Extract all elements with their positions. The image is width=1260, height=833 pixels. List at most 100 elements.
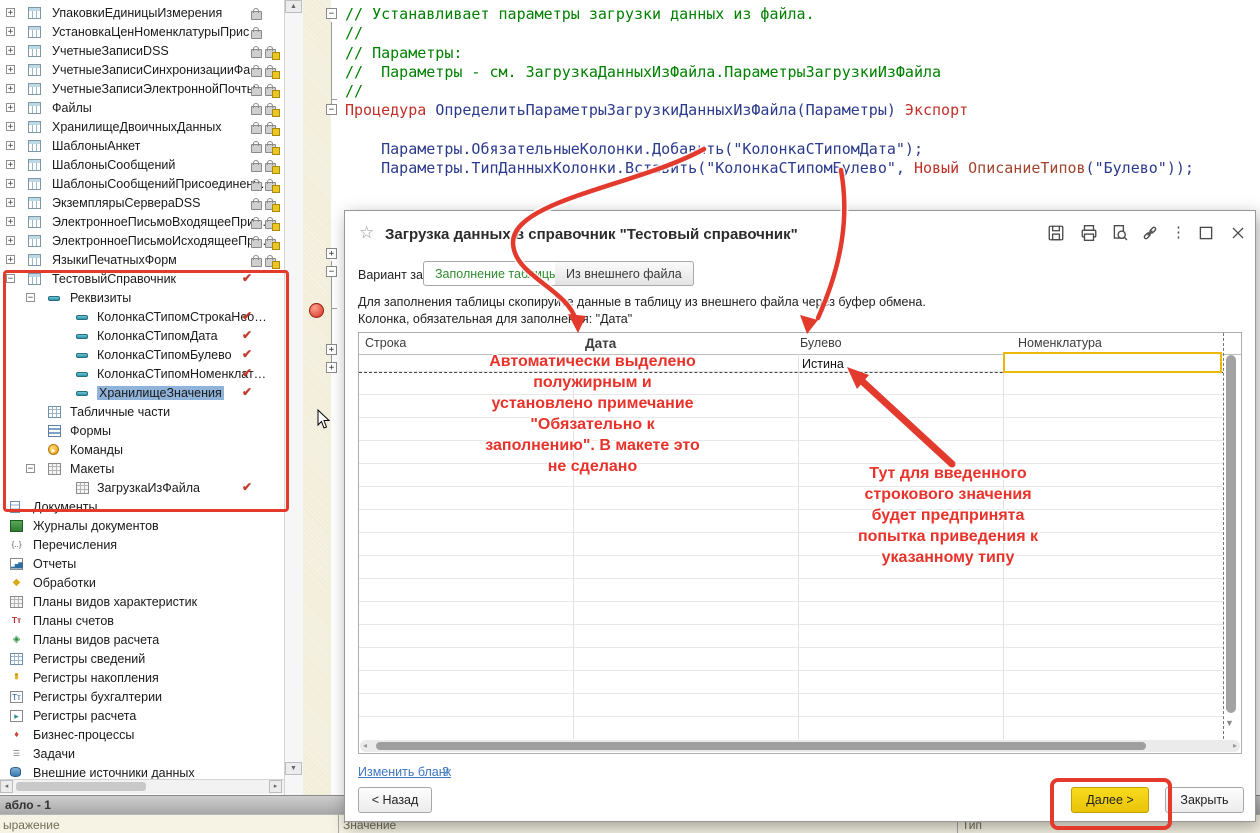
- scroll-left-icon[interactable]: ◂: [0, 780, 13, 793]
- column-header-4[interactable]: Номенклатура: [1018, 336, 1102, 350]
- tree-item-label[interactable]: Планы видов характеристик: [33, 595, 197, 609]
- maximize-icon[interactable]: [1197, 224, 1215, 242]
- tree-item[interactable]: + УчетныеЗаписиСинхронизацииФа…: [0, 61, 284, 80]
- tab-external-file[interactable]: Из внешнего файла: [555, 261, 694, 286]
- tree-item[interactable]: Перечисления: [0, 536, 284, 555]
- scroll-up-icon[interactable]: ▲: [285, 0, 302, 13]
- tree-item-label[interactable]: Задачи: [33, 747, 75, 761]
- expand-icon[interactable]: +: [6, 255, 15, 264]
- tree-item[interactable]: + УчетныеЗаписиDSS: [0, 42, 284, 61]
- tree-item-label[interactable]: Журналы документов: [33, 519, 159, 533]
- tree-item-label[interactable]: Внешние источники данных: [33, 766, 195, 780]
- scroll-left-icon[interactable]: ◂: [363, 741, 367, 750]
- expand-icon[interactable]: +: [6, 65, 15, 74]
- data-table[interactable]: Строка Дата Булево Номенклатура Истина ▼ ◂ …: [358, 332, 1242, 754]
- tree-item[interactable]: Планы видов характеристик: [0, 593, 284, 612]
- table-vscroll-thumb[interactable]: [1226, 355, 1236, 713]
- tree-item-label[interactable]: Регистры бухгалтерии: [33, 690, 162, 704]
- tree-item[interactable]: + ХранилищеДвоичныхДанных: [0, 118, 284, 137]
- tree-item[interactable]: Планы счетов: [0, 612, 284, 631]
- expand-icon[interactable]: +: [6, 236, 15, 245]
- tree-item-label[interactable]: ЭкземплярыСервераDSS: [52, 196, 201, 210]
- scrollbar-thumb[interactable]: [376, 742, 1146, 750]
- tree-item[interactable]: Журналы документов: [0, 517, 284, 536]
- tree-item-label[interactable]: ЯзыкиПечатныхФорм: [52, 253, 177, 267]
- tree-item-label[interactable]: Регистры расчета: [33, 709, 136, 723]
- tree-item-label[interactable]: УчетныеЗаписиDSS: [52, 44, 169, 58]
- edit-form-link[interactable]: Изменить бланк: [358, 765, 451, 779]
- fold-expand-icon[interactable]: +: [326, 248, 337, 259]
- more-icon[interactable]: ⋮: [1171, 224, 1181, 242]
- tree-item-label[interactable]: УчетныеЗаписиСинхронизацииФа…: [52, 63, 263, 77]
- tree-item[interactable]: + ШаблоныАнкет: [0, 137, 284, 156]
- fold-expand-icon[interactable]: +: [326, 344, 337, 355]
- tree-item-label[interactable]: ШаблоныАнкет: [52, 139, 140, 153]
- expand-icon[interactable]: +: [6, 141, 15, 150]
- tree-item[interactable]: Регистры бухгалтерии: [0, 688, 284, 707]
- scroll-down-icon[interactable]: ▼: [1225, 718, 1234, 728]
- expand-icon[interactable]: +: [6, 217, 15, 226]
- tree-item[interactable]: + ЯзыкиПечатныхФорм: [0, 251, 284, 270]
- fold-collapse-icon[interactable]: −: [326, 8, 337, 19]
- tree-item-label[interactable]: Регистры накопления: [33, 671, 159, 685]
- tree-item[interactable]: +УпаковкиЕдиницыИзмерения: [0, 4, 284, 23]
- tree-item[interactable]: Планы видов расчета: [0, 631, 284, 650]
- tab-fill-table[interactable]: Заполнение таблицы: [423, 261, 570, 286]
- scrollbar-thumb[interactable]: [16, 782, 146, 791]
- print-icon[interactable]: [1080, 224, 1098, 242]
- preview-icon[interactable]: [1111, 224, 1129, 242]
- column-header-2[interactable]: Дата: [585, 336, 616, 351]
- tree-item[interactable]: Бизнес-процессы: [0, 726, 284, 745]
- tree-item-label[interactable]: ШаблоныСообщений: [52, 158, 175, 172]
- tree-item[interactable]: + ЭкземплярыСервераDSS: [0, 194, 284, 213]
- scroll-down-icon[interactable]: ▼: [285, 762, 302, 775]
- fold-collapse-icon[interactable]: −: [326, 104, 337, 115]
- tree-item-label[interactable]: ШаблоныСообщенийПрисоединенн…: [52, 177, 273, 191]
- tree-item-label[interactable]: Планы видов расчета: [33, 633, 159, 647]
- tree-item[interactable]: Регистры накопления: [0, 669, 284, 688]
- tree-item-label[interactable]: УстановкаЦенНоменклатурыПрис…: [52, 25, 262, 39]
- expand-icon[interactable]: +: [6, 179, 15, 188]
- tree-item[interactable]: + ЭлектронноеПисьмоВходящееПри…: [0, 213, 284, 232]
- table-body[interactable]: [359, 354, 1223, 739]
- expand-icon[interactable]: +: [6, 198, 15, 207]
- tree-item-label[interactable]: ЭлектронноеПисьмоВходящееПри…: [52, 215, 267, 229]
- tree-item-label[interactable]: Планы счетов: [33, 614, 114, 628]
- tree-item-label[interactable]: Обработки: [33, 576, 96, 590]
- tree-item[interactable]: + УстановкаЦенНоменклатурыПрис…: [0, 23, 284, 42]
- expand-icon[interactable]: +: [6, 8, 15, 17]
- tree-item[interactable]: Отчеты: [0, 555, 284, 574]
- tree-item[interactable]: Регистры сведений: [0, 650, 284, 669]
- tree-item-label[interactable]: УчетныеЗаписиЭлектроннойПочты: [52, 82, 256, 96]
- column-header-3[interactable]: Булево: [800, 336, 842, 350]
- cell-boolean-value[interactable]: Истина: [802, 357, 844, 371]
- fold-expand-icon[interactable]: +: [326, 362, 337, 373]
- tree-item-label[interactable]: Бизнес-процессы: [33, 728, 134, 742]
- tree-item-label[interactable]: Регистры сведений: [33, 652, 145, 666]
- tree-item-label[interactable]: ЭлектронноеПисьмоИсходящееПр…: [52, 234, 267, 248]
- tree-item-label[interactable]: Файлы: [52, 101, 92, 115]
- column-header-1[interactable]: Строка: [365, 336, 406, 350]
- expand-icon[interactable]: +: [6, 84, 15, 93]
- scroll-right-icon[interactable]: ▸: [269, 780, 282, 793]
- back-button[interactable]: < Назад: [358, 787, 432, 813]
- fold-collapse-icon[interactable]: −: [326, 266, 337, 277]
- tree-item[interactable]: + Файлы: [0, 99, 284, 118]
- expand-icon[interactable]: +: [6, 46, 15, 55]
- tree-item-label[interactable]: ХранилищеДвоичныхДанных: [52, 120, 222, 134]
- close-icon[interactable]: [1229, 224, 1247, 242]
- breakpoint-marker[interactable]: [309, 303, 324, 318]
- column-divider[interactable]: [338, 815, 339, 833]
- tree-item[interactable]: + УчетныеЗаписиЭлектроннойПочты: [0, 80, 284, 99]
- breakpoint-margin[interactable]: [303, 0, 331, 795]
- tree-item[interactable]: Обработки: [0, 574, 284, 593]
- table-hscroll[interactable]: ◂ ▸: [360, 740, 1240, 752]
- expand-icon[interactable]: +: [6, 122, 15, 131]
- tree-item-label[interactable]: Отчеты: [33, 557, 76, 571]
- favorite-star-icon[interactable]: ☆: [359, 223, 374, 243]
- link-icon[interactable]: [1141, 224, 1159, 242]
- expand-icon[interactable]: +: [6, 103, 15, 112]
- tree-item[interactable]: + ШаблоныСообщенийПрисоединенн…: [0, 175, 284, 194]
- tree-horizontal-scrollbar[interactable]: ◂ ▸: [0, 779, 284, 794]
- expand-icon[interactable]: +: [6, 27, 15, 36]
